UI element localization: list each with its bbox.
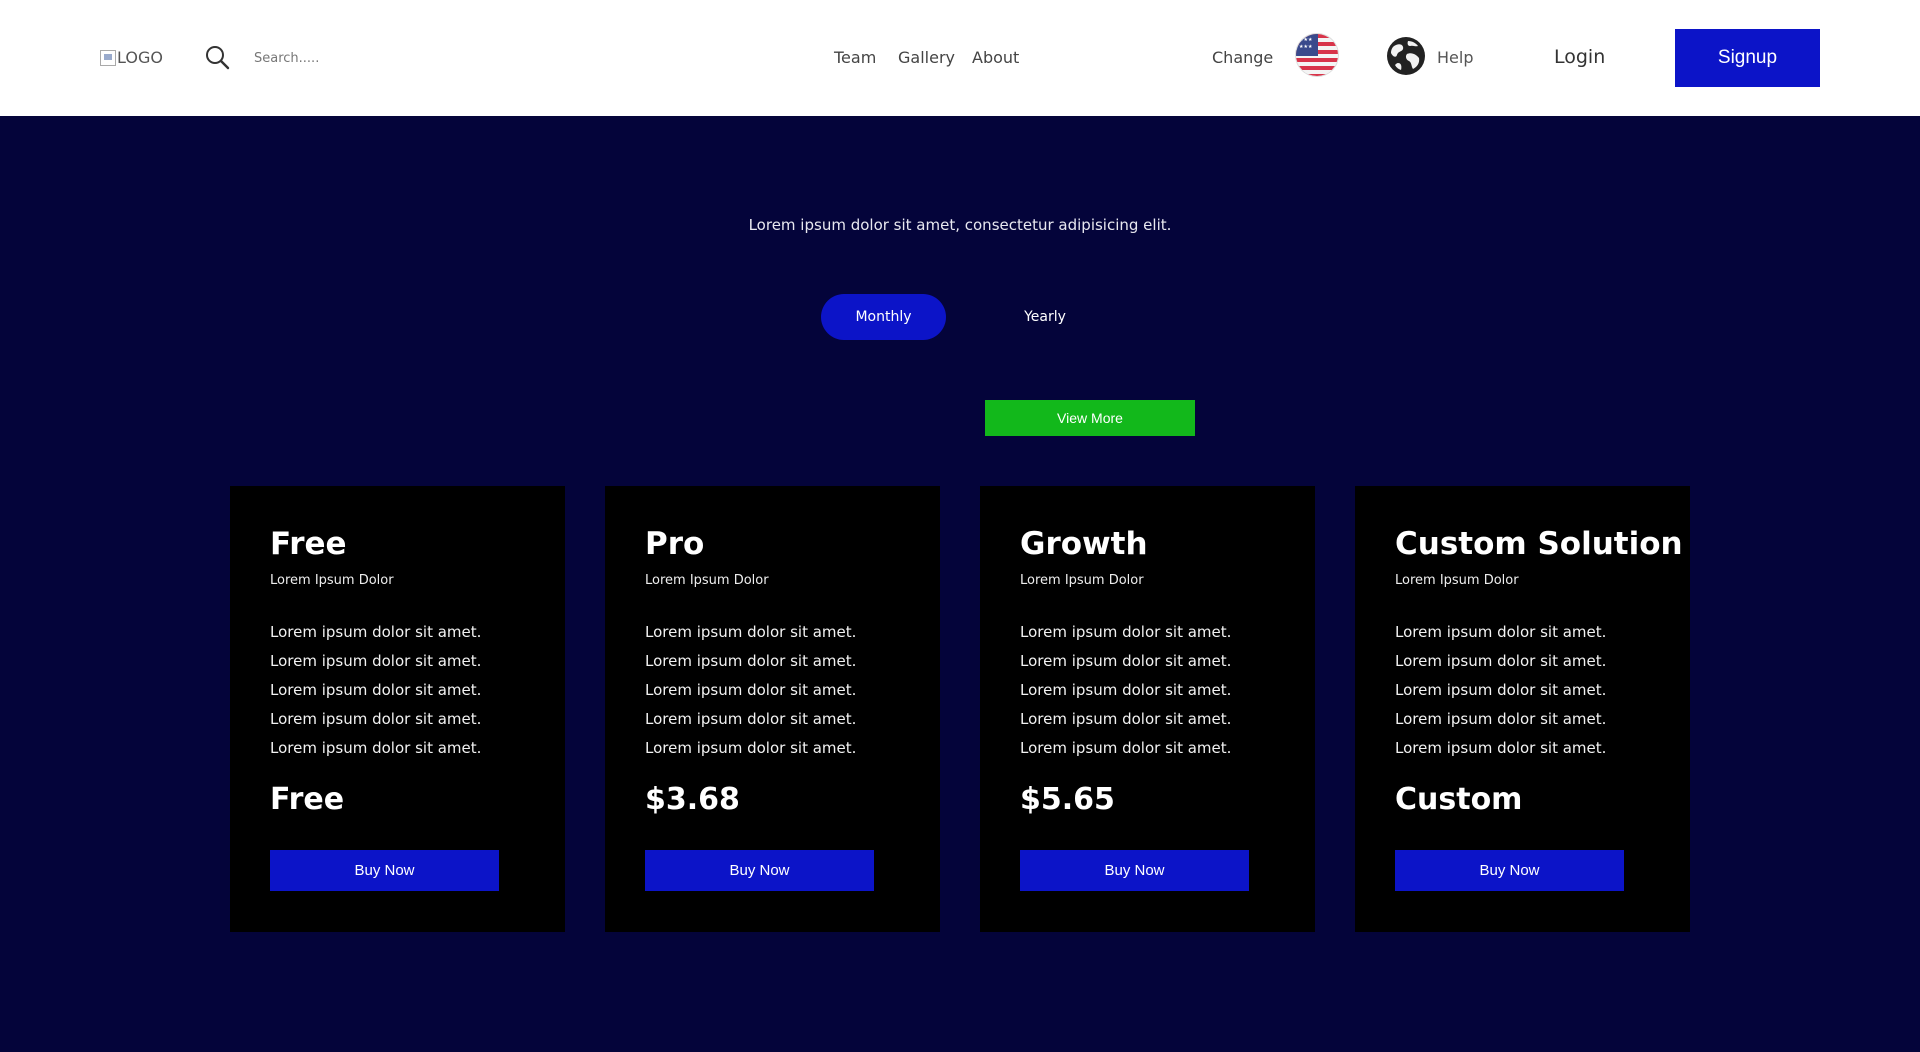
plan-price: $3.68 (645, 782, 740, 817)
plan-feature: Lorem ipsum dolor sit amet. (1395, 739, 1607, 757)
change-language-label[interactable]: Change (1212, 48, 1273, 67)
nav-link-team[interactable]: Team (834, 48, 876, 67)
pricing-card-free: Free Lorem Ipsum Dolor Lorem ipsum dolor… (230, 486, 565, 932)
plan-feature: Lorem ipsum dolor sit amet. (1395, 652, 1607, 670)
plan-feature: Lorem ipsum dolor sit amet. (645, 681, 857, 699)
plan-subtitle: Lorem Ipsum Dolor (1020, 573, 1144, 588)
us-flag-icon[interactable] (1296, 34, 1338, 76)
signup-button[interactable]: Signup (1675, 29, 1820, 87)
plan-feature: Lorem ipsum dolor sit amet. (270, 681, 482, 699)
plan-feature: Lorem ipsum dolor sit amet. (1020, 739, 1232, 757)
plan-feature: Lorem ipsum dolor sit amet. (645, 710, 857, 728)
plan-subtitle: Lorem Ipsum Dolor (1395, 573, 1519, 588)
plan-subtitle: Lorem Ipsum Dolor (270, 573, 394, 588)
plan-feature: Lorem ipsum dolor sit amet. (270, 710, 482, 728)
buy-now-button[interactable]: Buy Now (1395, 850, 1624, 891)
search-icon[interactable] (204, 44, 230, 70)
plan-feature: Lorem ipsum dolor sit amet. (1020, 623, 1232, 641)
plan-name: Custom Solution (1395, 526, 1683, 562)
plan-feature: Lorem ipsum dolor sit amet. (1395, 681, 1607, 699)
plan-price: Custom (1395, 782, 1523, 817)
pricing-card-custom: Custom Solution Lorem Ipsum Dolor Lorem … (1355, 486, 1690, 932)
nav-link-gallery[interactable]: Gallery (898, 48, 955, 67)
plan-feature: Lorem ipsum dolor sit amet. (1395, 623, 1607, 641)
billing-toggle-monthly[interactable]: Monthly (821, 294, 946, 340)
plan-feature: Lorem ipsum dolor sit amet. (645, 623, 857, 641)
buy-now-button[interactable]: Buy Now (1020, 850, 1249, 891)
plan-price: Free (270, 782, 345, 817)
plan-feature-list: Lorem ipsum dolor sit amet. Lorem ipsum … (270, 618, 481, 763)
buy-now-button[interactable]: Buy Now (645, 850, 874, 891)
plan-feature: Lorem ipsum dolor sit amet. (645, 652, 857, 670)
login-link[interactable]: Login (1554, 46, 1605, 68)
top-navbar: LOGO Team Gallery About Change Help Logi… (0, 0, 1920, 116)
search-input[interactable] (254, 46, 454, 70)
plan-feature: Lorem ipsum dolor sit amet. (270, 652, 482, 670)
buy-now-button[interactable]: Buy Now (270, 850, 499, 891)
flag-canton (1296, 34, 1318, 56)
pricing-subtitle: Lorem ipsum dolor sit amet, consectetur … (748, 216, 1172, 234)
plan-feature-list: Lorem ipsum dolor sit amet. Lorem ipsum … (1395, 618, 1606, 763)
plan-feature: Lorem ipsum dolor sit amet. (1020, 681, 1232, 699)
help-link[interactable]: Help (1437, 48, 1473, 67)
plan-feature-list: Lorem ipsum dolor sit amet. Lorem ipsum … (1020, 618, 1231, 763)
plan-subtitle: Lorem Ipsum Dolor (645, 573, 769, 588)
plan-feature: Lorem ipsum dolor sit amet. (1020, 652, 1232, 670)
plan-feature: Lorem ipsum dolor sit amet. (1020, 710, 1232, 728)
view-more-button[interactable]: View More (985, 400, 1195, 436)
plan-name: Pro (645, 526, 705, 562)
pricing-card-pro: Pro Lorem Ipsum Dolor Lorem ipsum dolor … (605, 486, 940, 932)
logo[interactable]: LOGO (100, 48, 163, 67)
pricing-card-growth: Growth Lorem Ipsum Dolor Lorem ipsum dol… (980, 486, 1315, 932)
plan-name: Growth (1020, 526, 1148, 562)
plan-feature: Lorem ipsum dolor sit amet. (645, 739, 857, 757)
plan-name: Free (270, 526, 347, 562)
plan-feature: Lorem ipsum dolor sit amet. (1395, 710, 1607, 728)
plan-feature: Lorem ipsum dolor sit amet. (270, 739, 482, 757)
broken-image-icon (100, 49, 116, 66)
plan-feature-list: Lorem ipsum dolor sit amet. Lorem ipsum … (645, 618, 856, 763)
plan-price: $5.65 (1020, 782, 1115, 817)
plan-feature: Lorem ipsum dolor sit amet. (270, 623, 482, 641)
globe-icon[interactable] (1386, 36, 1426, 76)
logo-alt-text: LOGO (117, 48, 163, 67)
billing-toggle-yearly[interactable]: Yearly (1000, 294, 1090, 340)
nav-link-about[interactable]: About (972, 48, 1019, 67)
